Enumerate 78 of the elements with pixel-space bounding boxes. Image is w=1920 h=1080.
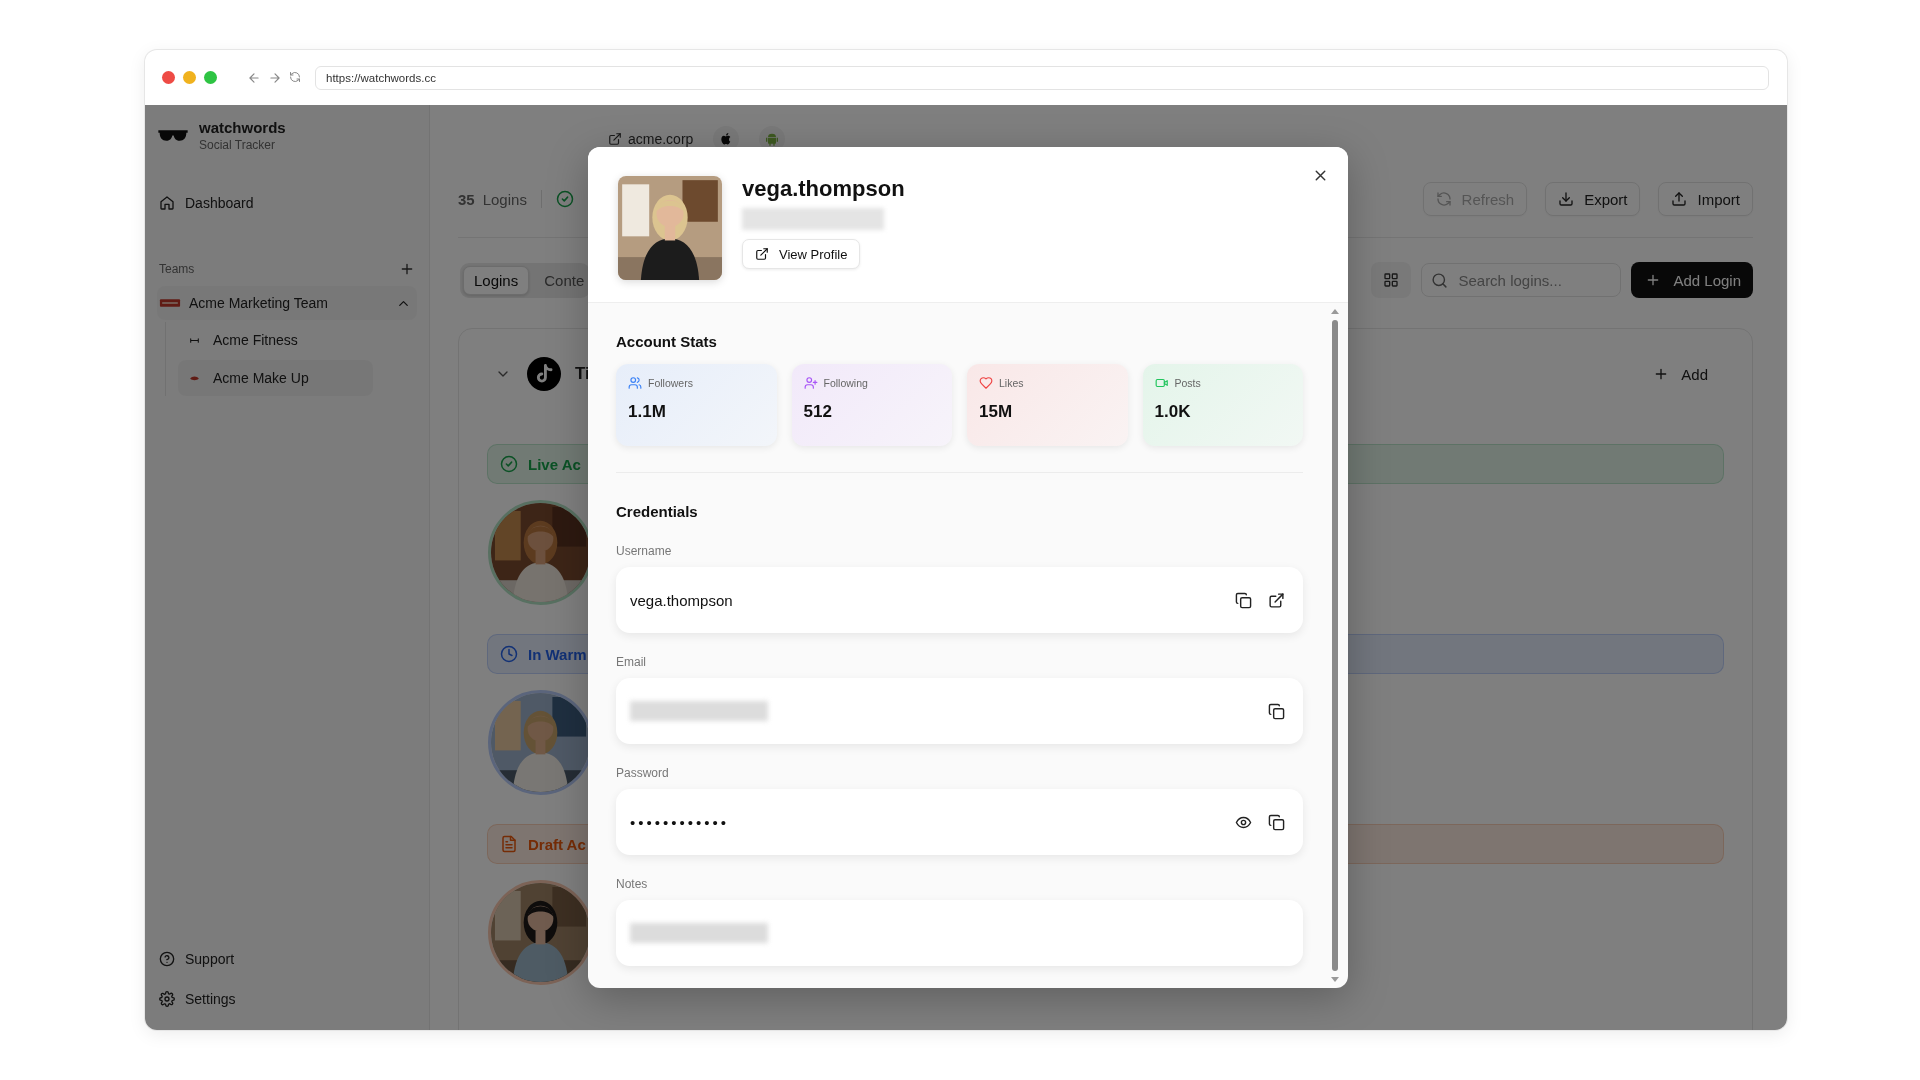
section-heading: Credentials	[616, 503, 699, 520]
download-icon	[1558, 191, 1575, 207]
android-icon	[764, 131, 781, 147]
upload-icon	[1671, 191, 1688, 207]
refresh-icon	[1435, 191, 1452, 207]
stat-value: 512	[803, 402, 833, 422]
stat-label: Likes	[999, 377, 1024, 389]
back-arrow-icon	[247, 70, 261, 85]
tab[interactable]: Logins	[463, 265, 530, 295]
scroll-down-icon	[1331, 977, 1339, 982]
add-team-button[interactable]	[399, 261, 415, 277]
login-count-label: Logins	[482, 190, 527, 208]
copy-icon	[1268, 813, 1285, 831]
team-project-item[interactable]: Acme Make Up	[178, 360, 373, 396]
stat-value: 1.1M	[628, 402, 667, 422]
field-label: Password	[616, 766, 670, 780]
users-icon	[628, 376, 642, 390]
open-link-button[interactable]	[1268, 591, 1285, 609]
stat-value: 1.0K	[1154, 402, 1192, 422]
nav-item[interactable]: Dashboard	[157, 186, 417, 220]
stat-label: Following	[823, 377, 868, 389]
import-button[interactable]: Import	[1658, 182, 1753, 216]
website-link[interactable]: acme.corp	[608, 131, 694, 147]
check-circle-icon	[500, 455, 518, 473]
heart-icon	[979, 376, 993, 390]
team-item[interactable]: Acme Marketing Team	[157, 286, 417, 320]
video-camera-icon	[1154, 376, 1169, 390]
forward-arrow-icon	[268, 70, 282, 85]
field-label: Username	[616, 544, 673, 558]
external-link-icon	[1268, 591, 1285, 609]
copy-button[interactable]	[1268, 702, 1285, 720]
copy-icon	[1235, 591, 1252, 609]
document-icon	[500, 835, 518, 853]
clock-icon	[500, 645, 518, 663]
external-link-icon	[608, 132, 622, 146]
user-plus-icon	[803, 376, 818, 390]
view-profile-button[interactable]: View Profile	[742, 239, 861, 269]
house-icon	[159, 195, 175, 211]
login-count: 35	[458, 190, 475, 208]
field-label: Email	[616, 655, 647, 669]
nav-item[interactable]: Settings	[157, 982, 417, 1016]
credential-field[interactable]: vega.thompson	[616, 567, 1303, 633]
app-tagline: Social Tracker	[199, 138, 277, 152]
profile-username: vega.thompson	[742, 176, 905, 202]
add-login-button[interactable]: Add Login	[1631, 262, 1753, 298]
address-bar[interactable]: https://watchwords.cc	[315, 65, 1769, 90]
sunglasses-icon	[157, 130, 189, 141]
grid-icon	[1383, 272, 1400, 288]
credential-field[interactable]	[616, 678, 1303, 744]
check-circle-icon	[555, 190, 574, 208]
nav-item[interactable]: Support	[157, 942, 417, 976]
music-note-icon	[527, 357, 561, 391]
settings-icon	[159, 991, 175, 1007]
credential-field[interactable]	[616, 900, 1303, 966]
tab[interactable]: Conte	[533, 265, 588, 295]
copy-icon	[1268, 702, 1285, 720]
search-field[interactable]: Search logins...	[1421, 263, 1622, 297]
grid-view-button[interactable]	[1371, 262, 1412, 298]
copy-button[interactable]	[1268, 813, 1285, 831]
export-button[interactable]: Export	[1545, 182, 1641, 216]
stat-value: 15M	[979, 402, 1014, 422]
external-link-icon	[755, 247, 769, 261]
stat-label: Followers	[648, 377, 693, 389]
scroll-up-icon	[1331, 309, 1339, 314]
add-button[interactable]: Add	[1647, 364, 1714, 384]
section-heading: Account Stats	[616, 333, 718, 350]
section-heading: Teams	[159, 262, 195, 276]
field-label: Notes	[616, 877, 649, 891]
app-name: watchwords	[199, 119, 286, 136]
close-window-button[interactable]	[162, 71, 175, 84]
credential-field[interactable]: ••••••••••••	[616, 789, 1303, 855]
plus-icon	[399, 261, 415, 277]
refresh-icon	[289, 70, 301, 83]
search-icon	[1431, 272, 1449, 289]
stat-label: Posts	[1174, 377, 1201, 389]
help-icon	[159, 951, 175, 967]
copy-button[interactable]	[1235, 591, 1252, 609]
team-project-item[interactable]: Acme Fitness	[178, 322, 373, 358]
